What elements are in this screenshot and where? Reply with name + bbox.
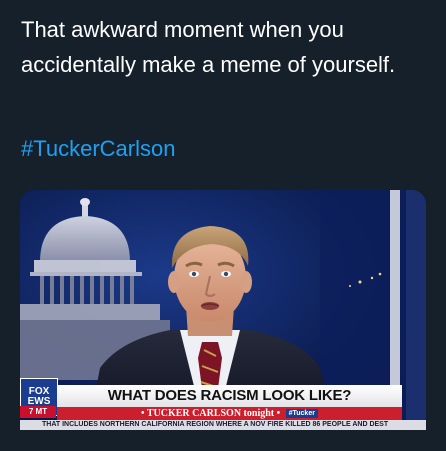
tweet: That awkward moment when you accidentall… bbox=[0, 0, 446, 451]
hashtag-link[interactable]: #TuckerCarlson bbox=[21, 134, 175, 164]
broadcast-subline: • TUCKER CARLSON tonight • #Tucker bbox=[57, 407, 402, 420]
tweet-text: That awkward moment when you accidentall… bbox=[21, 17, 396, 77]
news-ticker: THAT INCLUDES NORTHERN CALIFORNIA REGION… bbox=[20, 420, 426, 430]
logo-time-badge: 7 MT bbox=[20, 406, 56, 418]
subline-hashtag-tag: #Tucker bbox=[285, 409, 318, 419]
broadcast-headline: WHAT DOES RACISM LOOK LIKE? bbox=[57, 385, 402, 407]
subline-text: • TUCKER CARLSON tonight • bbox=[141, 408, 281, 419]
